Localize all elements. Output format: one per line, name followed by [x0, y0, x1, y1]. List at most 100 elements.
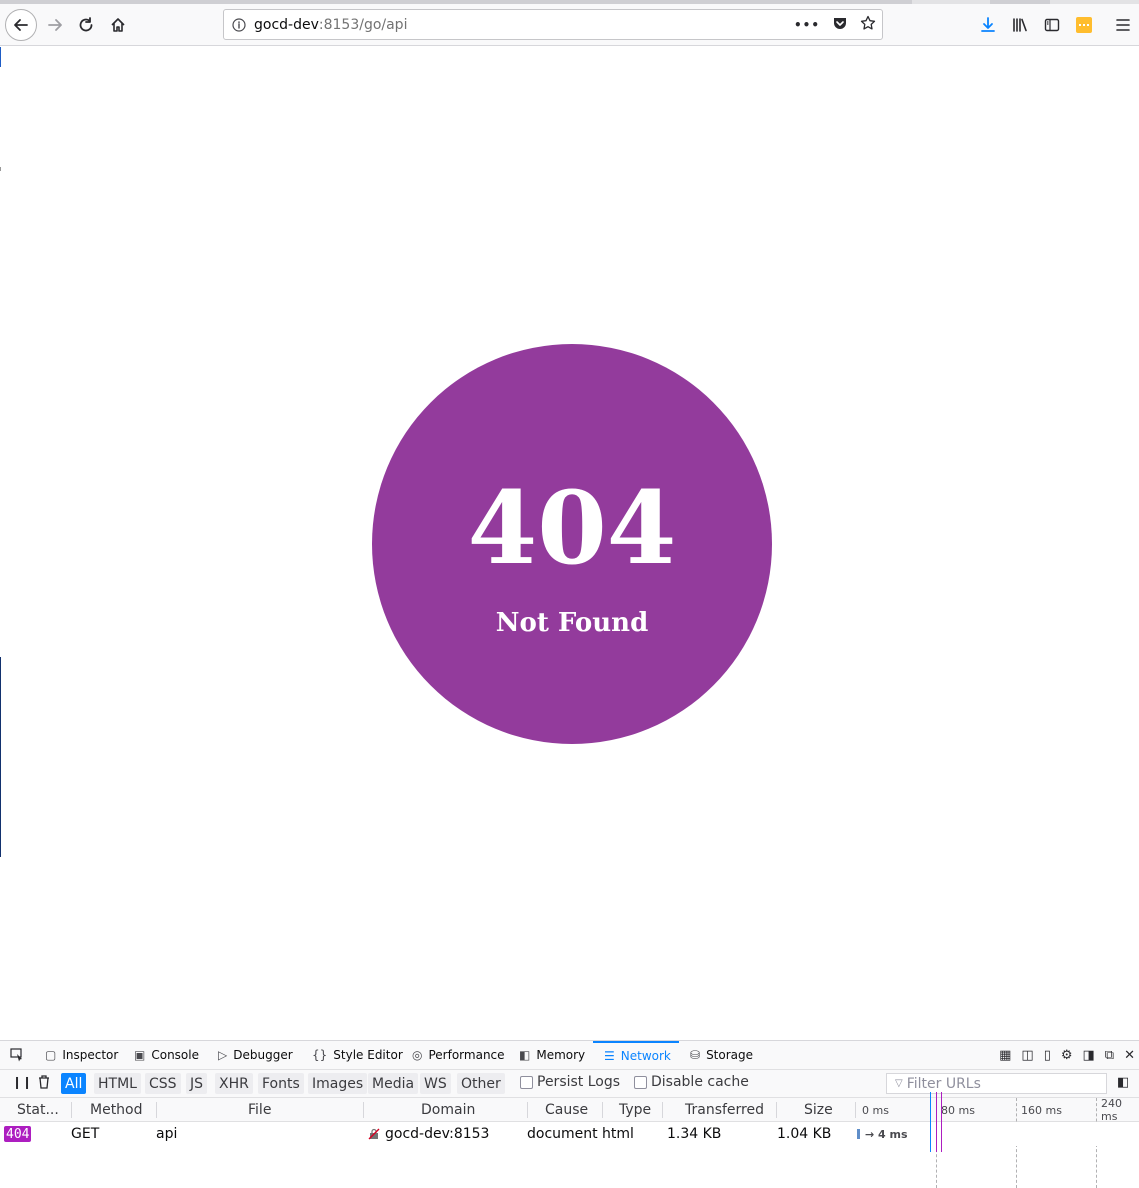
address-bar[interactable]: gocd-dev:8153/go/api ••• [223, 9, 883, 40]
extension-button[interactable] [1069, 10, 1099, 40]
responsive-design-icon[interactable]: ▦ [999, 1048, 1011, 1063]
close-icon[interactable]: ✕ [1124, 1048, 1135, 1063]
forward-button[interactable] [40, 10, 70, 40]
error-circle: 404 Not Found [372, 344, 772, 744]
tab-label: Inspector [62, 1048, 119, 1062]
tab-style-editor[interactable]: {} Style Editor [312, 1041, 403, 1069]
size-cell: 1.04 KB [777, 1126, 832, 1142]
column-method[interactable]: Method [90, 1098, 143, 1122]
element-picker-icon [10, 1048, 22, 1062]
error-message: Not Found [495, 608, 649, 638]
disable-cache-label: Disable cache [651, 1074, 749, 1090]
nav-toolbar: gocd-dev:8153/go/api ••• [0, 4, 1139, 46]
tab-label: Style Editor [333, 1048, 403, 1062]
column-file[interactable]: File [248, 1098, 271, 1122]
status-badge: 404 [4, 1126, 32, 1142]
error-code: 404 [467, 469, 677, 587]
tab-label: Console [151, 1048, 199, 1062]
url-path: :8153/go/api [318, 16, 408, 33]
checkbox-box[interactable] [634, 1075, 647, 1089]
inspector-icon: ▢ [45, 1048, 57, 1062]
persist-logs-checkbox[interactable]: Persist Logs [520, 1074, 620, 1090]
home-button[interactable] [103, 10, 133, 40]
column-status[interactable]: Stat... [17, 1098, 59, 1122]
sidebar-button[interactable] [1037, 10, 1067, 40]
column-transferred[interactable]: Transferred [685, 1098, 764, 1122]
tab-storage[interactable]: ⛁ Storage [690, 1041, 753, 1069]
sidebar-icon [1044, 18, 1060, 32]
filter-other-button[interactable]: Other [457, 1073, 505, 1094]
filter-media-button[interactable]: Media [368, 1073, 419, 1094]
console-icon: ▣ [134, 1048, 146, 1062]
tab-label: Memory [536, 1048, 586, 1062]
timeline-tick: 160 ms [1021, 1103, 1062, 1117]
checkbox-box[interactable] [520, 1075, 533, 1089]
column-cause[interactable]: Cause [545, 1098, 588, 1122]
tab-label: Network [620, 1049, 671, 1063]
url-host: gocd-dev [254, 16, 319, 33]
pause-icon[interactable]: ❙❙ [12, 1075, 32, 1089]
persist-logs-label: Persist Logs [537, 1074, 621, 1090]
timeline-tick: 240 ms [1101, 1097, 1122, 1123]
separate-window-icon[interactable]: ⧉ [1105, 1048, 1114, 1063]
settings-gear-icon[interactable]: ⚙ [1061, 1048, 1073, 1063]
reload-button[interactable] [71, 10, 101, 40]
disable-cache-checkbox[interactable]: Disable cache [634, 1074, 749, 1090]
domain-cell: gocd-dev:8153 [368, 1122, 489, 1146]
home-icon [111, 18, 125, 32]
back-arrow-icon [14, 19, 28, 31]
downloads-button[interactable] [973, 10, 1003, 40]
back-button[interactable] [5, 9, 37, 41]
toggle-sidebar-icon[interactable]: ◧ [1117, 1075, 1129, 1090]
filter-js-button[interactable]: JS [186, 1073, 208, 1094]
rulers-icon[interactable]: ▯ [1044, 1048, 1051, 1063]
waterfall-bar [857, 1129, 860, 1139]
devtools-toolbox-buttons: ▦ ◫ ▯ ⚙ ◨ ⧉ ✕ [999, 1041, 1135, 1069]
transferred-cell: 1.34 KB [667, 1126, 722, 1142]
devtools-tabbar: ▢ Inspector ▣ Console ▷ Debugger {} Styl… [0, 1041, 1139, 1070]
filter-urls-input[interactable]: ▽ Filter URLs [886, 1073, 1107, 1094]
tab-performance[interactable]: ◎ Performance [412, 1041, 505, 1069]
storage-icon: ⛁ [690, 1048, 701, 1062]
left-edge-markers [0, 47, 2, 1040]
column-domain[interactable]: Domain [421, 1098, 475, 1122]
tab-network[interactable]: ☰ Network [593, 1041, 679, 1069]
menu-button[interactable] [1108, 10, 1138, 40]
tab-label: Performance [428, 1048, 505, 1062]
reload-icon [79, 17, 93, 32]
filter-xhr-button[interactable]: XHR [215, 1073, 253, 1094]
filter-html-button[interactable]: HTML [94, 1073, 141, 1094]
hamburger-menu-icon [1116, 19, 1130, 31]
element-picker-button[interactable] [10, 1041, 30, 1069]
waterfall-cell: → 4 ms [857, 1122, 908, 1146]
network-toolbar: ❙❙ All HTML CSS JS XHR Fonts Images Medi… [0, 1070, 1139, 1098]
filter-images-button[interactable]: Images [308, 1073, 368, 1094]
requests-table-header: Stat... Method File Domain Cause Type Tr… [0, 1097, 1139, 1188]
site-info-icon[interactable] [224, 17, 254, 32]
filter-ws-button[interactable]: WS [420, 1073, 451, 1094]
page-actions-icon[interactable]: ••• [794, 18, 820, 32]
tab-debugger[interactable]: ▷ Debugger [218, 1041, 293, 1069]
column-type[interactable]: Type [619, 1098, 651, 1122]
bookmark-star-icon[interactable] [860, 15, 876, 35]
timing-label: → 4 ms [865, 1127, 908, 1141]
screenshot-icon[interactable]: ◫ [1021, 1048, 1033, 1063]
performance-icon: ◎ [412, 1048, 423, 1062]
pocket-icon[interactable] [832, 15, 848, 35]
domain-text: gocd-dev:8153 [385, 1126, 490, 1142]
filter-all-button[interactable]: All [61, 1073, 87, 1094]
method-cell: GET [71, 1126, 100, 1142]
table-row[interactable]: 404 GET api gocd-dev:8153 document html … [0, 1092, 1139, 1152]
column-size[interactable]: Size [804, 1098, 833, 1122]
tab-inspector[interactable]: ▢ Inspector [45, 1041, 118, 1069]
tab-memory[interactable]: ◧ Memory [519, 1041, 585, 1069]
trash-icon[interactable] [37, 1074, 51, 1093]
tab-console[interactable]: ▣ Console [134, 1041, 199, 1069]
library-button[interactable] [1005, 10, 1035, 40]
dock-side-icon[interactable]: ◨ [1083, 1048, 1095, 1063]
memory-icon: ◧ [519, 1048, 531, 1062]
devtools-panel: ▢ Inspector ▣ Console ▷ Debugger {} Styl… [0, 1040, 1139, 1188]
filter-css-button[interactable]: CSS [145, 1073, 181, 1094]
filter-fonts-button[interactable]: Fonts [258, 1073, 304, 1094]
type-cell: html [602, 1126, 634, 1142]
